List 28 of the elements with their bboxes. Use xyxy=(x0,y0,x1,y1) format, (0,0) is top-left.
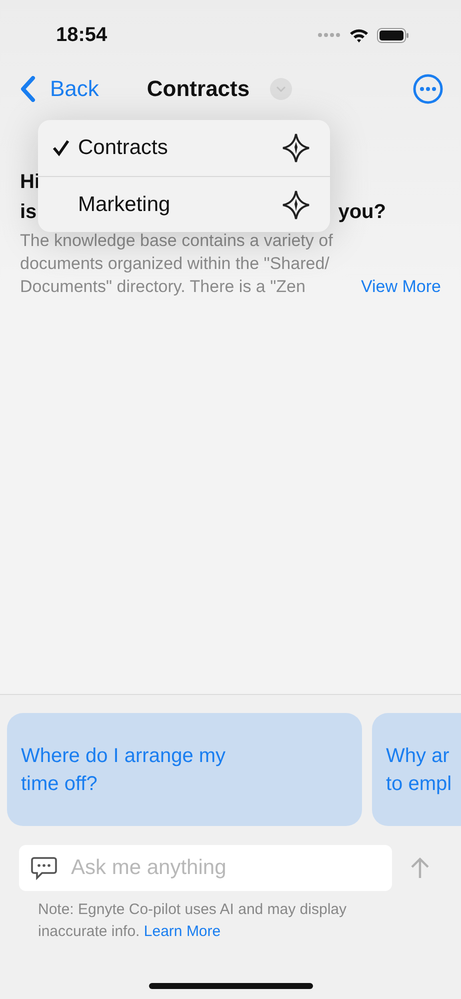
chat-bubble-icon xyxy=(31,856,57,880)
more-button[interactable] xyxy=(413,74,443,104)
suggestion-card[interactable]: Why ar to empl xyxy=(372,713,461,826)
status-time: 18:54 xyxy=(56,24,108,46)
sparkle-icon xyxy=(282,133,310,163)
back-chevron-icon xyxy=(20,76,36,102)
sparkle-icon xyxy=(282,190,310,220)
send-button[interactable] xyxy=(410,857,430,879)
greeting-heading: is xyxy=(20,200,37,225)
summary-text: The knowledge base contains a variety of documents organized within the "Shared/ Documents" directory. There is a "Zen xyxy=(20,230,333,298)
learn-more-link[interactable]: Learn More xyxy=(144,923,221,940)
checkmark-icon xyxy=(52,139,70,157)
wifi-icon xyxy=(349,28,369,42)
signal-icon xyxy=(317,33,341,37)
menu-item[interactable]: Marketing xyxy=(38,176,330,232)
nav-title: Contracts xyxy=(146,76,250,102)
more-icon xyxy=(413,74,443,104)
ask-input-field[interactable]: Ask me anything xyxy=(69,855,373,881)
message-bar[interactable]: Ask me anything xyxy=(19,845,392,891)
up-arrow-icon xyxy=(410,857,430,879)
disclaimer-note: Note: Egnyte Co-pilot uses AI and may display inaccurate info. Learn More xyxy=(38,900,348,942)
greeting-heading: you? xyxy=(338,200,386,225)
back-button[interactable]: Back xyxy=(20,76,99,102)
chevron-down-icon xyxy=(276,86,286,92)
chevron-button[interactable] xyxy=(270,78,292,100)
battery-icon xyxy=(377,28,409,42)
suggestion-card[interactable]: Where do I arrange my time off? xyxy=(7,713,362,826)
menu-item[interactable]: Contracts xyxy=(38,120,330,176)
